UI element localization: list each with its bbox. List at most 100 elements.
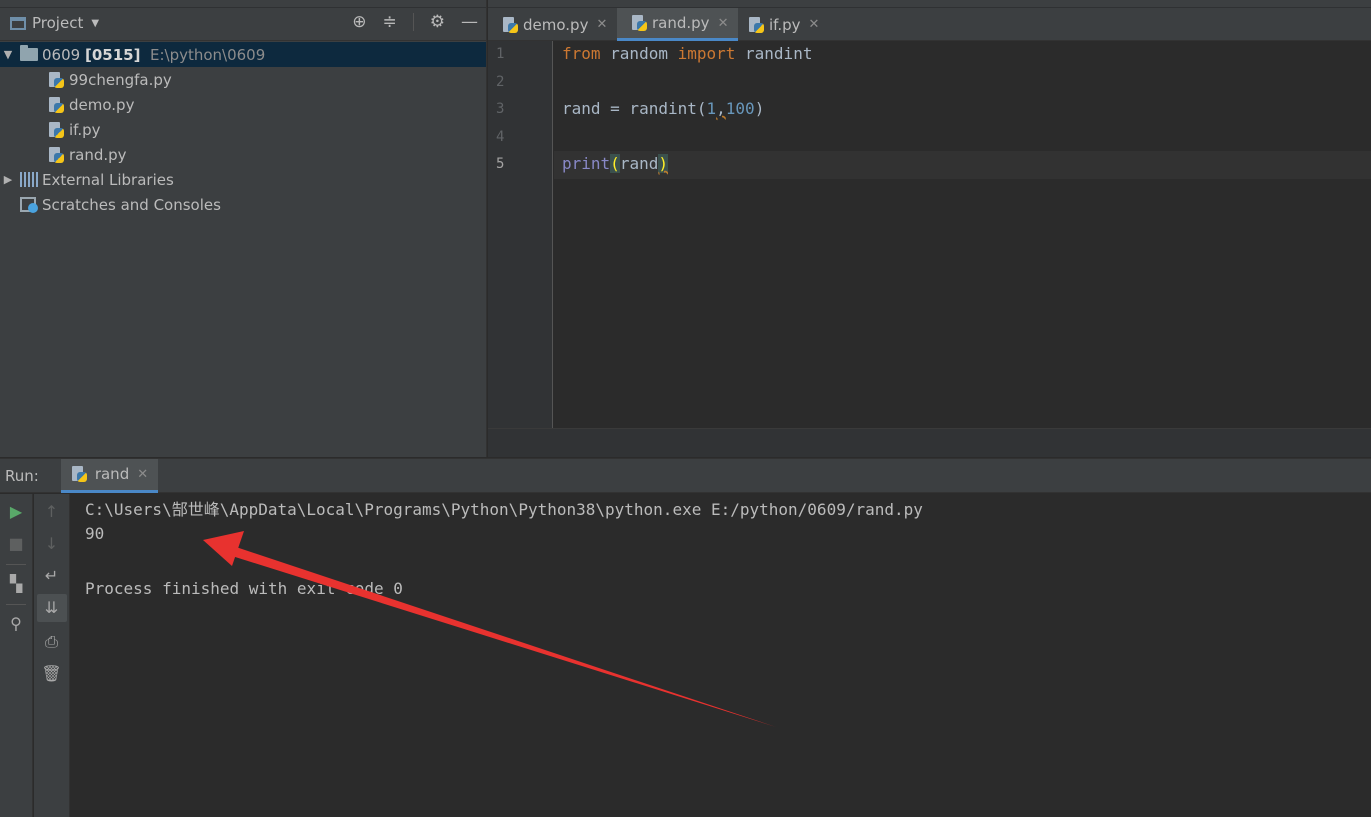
console-line: C:\Users\郜世峰\AppData\Local\Programs\Pyth… — [85, 500, 923, 519]
file-name: if.py — [69, 120, 101, 139]
project-header-tools: ⊕ ≑ ⚙ — — [352, 13, 478, 31]
tab-label: if.py — [769, 15, 801, 34]
run-label: Run: — [5, 466, 39, 485]
run-header: Run: rand ✕ — [0, 458, 1371, 493]
tree-root-folder[interactable]: ▼ 0609 [0515] E:\python\0609 — [0, 42, 486, 67]
file-name: demo.py — [69, 95, 135, 114]
number-literal: 1 — [706, 99, 717, 118]
tab-demo-py[interactable]: demo.py ✕ — [488, 8, 617, 41]
arrow-down-icon[interactable]: ↓ — [34, 536, 69, 552]
toolbar-divider — [6, 604, 26, 605]
tab-label: demo.py — [523, 15, 589, 34]
python-file-icon — [48, 121, 64, 138]
python-file-icon — [48, 71, 64, 88]
project-title: Project — [32, 14, 84, 32]
toolbar-divider — [6, 564, 26, 565]
python-file-icon — [48, 96, 64, 113]
toolbar-divider — [412, 13, 414, 31]
gear-icon[interactable]: ⚙ — [430, 13, 445, 31]
library-icon — [20, 172, 38, 187]
soft-wrap-icon[interactable]: ↵ — [34, 568, 69, 584]
expand-arrow-icon[interactable]: ▶ — [0, 173, 16, 186]
file-name: rand.py — [69, 145, 127, 164]
python-file-icon — [502, 16, 518, 33]
collapse-all-icon[interactable]: ≑ — [383, 13, 397, 31]
line-number: 5 — [496, 156, 505, 172]
line-number: 3 — [496, 101, 505, 117]
close-icon[interactable]: ✕ — [718, 16, 729, 31]
arrow-up-icon[interactable]: ↑ — [34, 504, 69, 520]
console-line: Process finished with exit code 0 — [85, 578, 403, 598]
run-tool-window: Run: rand ✕ ▶ ■ ▚ ⚲ ↑ ↓ ↵ ⇊ ⎙ 🗑 C:\Users… — [0, 458, 1371, 817]
scroll-to-end-icon[interactable]: ⇊ — [34, 600, 69, 616]
tree-file-item[interactable]: if.py — [0, 117, 486, 142]
tree-file-item[interactable]: rand.py — [0, 142, 486, 167]
line-number: 2 — [496, 74, 505, 90]
line-number: 1 — [496, 46, 505, 62]
editor-area: demo.py ✕ rand.py ✕ if.py ✕ 1 2 3 4 5 fr… — [488, 0, 1371, 457]
code-area[interactable]: from random import randint rand = randin… — [554, 41, 1371, 428]
layout-icon[interactable]: ▚ — [0, 576, 32, 592]
root-folder-name: 0609 — [42, 45, 81, 64]
project-header: Project ▼ ⊕ ≑ ⚙ — — [0, 0, 486, 41]
tree-file-item[interactable]: demo.py — [0, 92, 486, 117]
scratches-label: Scratches and Consoles — [42, 195, 221, 214]
root-folder-path: E:\python\0609 — [149, 45, 266, 64]
python-icon — [71, 466, 87, 482]
line-number-gutter: 1 2 3 4 5 — [488, 41, 553, 428]
tab-label: rand.py — [652, 14, 710, 32]
run-toolbar-secondary: ↑ ↓ ↵ ⇊ ⎙ 🗑 — [34, 494, 70, 817]
editor-breadcrumb-bar — [488, 428, 1371, 457]
keyword-from: from — [562, 44, 601, 63]
python-file-icon — [48, 146, 64, 163]
close-icon[interactable]: ✕ — [137, 467, 148, 482]
python-file-icon — [631, 15, 647, 31]
console-output[interactable]: C:\Users\郜世峰\AppData\Local\Programs\Pyth… — [85, 496, 923, 606]
close-paren-highlight: ) — [658, 154, 668, 173]
project-window-icon — [10, 16, 26, 30]
tree-scratches[interactable]: Scratches and Consoles — [0, 192, 486, 217]
pin-icon[interactable]: ⚲ — [0, 616, 32, 632]
code-line-1: from random import randint — [562, 44, 812, 63]
external-libraries-label: External Libraries — [42, 170, 174, 189]
open-paren-highlight: ( — [610, 154, 620, 173]
file-name: 99chengfa.py — [69, 70, 172, 89]
code-line-3: rand = randint(1,100) — [562, 99, 764, 118]
close-icon[interactable]: ✕ — [596, 17, 607, 32]
locate-file-icon[interactable]: ⊕ — [352, 13, 366, 31]
project-view-selector[interactable]: Project ▼ — [10, 14, 99, 32]
hide-panel-icon[interactable]: — — [461, 13, 478, 31]
argument-name: rand — [619, 154, 659, 173]
root-module-name: [0515] — [84, 45, 141, 64]
trash-icon[interactable]: 🗑 — [34, 666, 69, 682]
close-paren: ) — [754, 99, 765, 118]
chevron-down-icon: ▼ — [91, 17, 100, 29]
tree-file-item[interactable]: 99chengfa.py — [0, 67, 486, 92]
expand-arrow-icon[interactable]: ▼ — [0, 48, 16, 61]
folder-icon — [20, 45, 38, 61]
module-name: random — [600, 44, 678, 63]
editor-tab-bar: demo.py ✕ rand.py ✕ if.py ✕ — [488, 0, 1371, 41]
console-line: 90 — [85, 523, 105, 543]
scratches-icon — [20, 196, 38, 213]
rerun-icon[interactable]: ▶ — [0, 504, 32, 520]
tab-if-py[interactable]: if.py ✕ — [734, 8, 829, 41]
tab-rand-py[interactable]: rand.py ✕ — [617, 8, 739, 41]
comma-warning: , — [716, 99, 726, 118]
keyword-import: import — [677, 44, 736, 63]
tree-external-libraries[interactable]: ▶ External Libraries — [0, 167, 486, 192]
assignment: rand = randint( — [562, 99, 707, 118]
print-icon[interactable]: ⎙ — [34, 634, 69, 650]
code-line-5: print(rand) — [562, 154, 668, 173]
python-file-icon — [748, 16, 764, 33]
run-tab-label: rand — [94, 465, 130, 483]
stop-icon[interactable]: ■ — [0, 536, 32, 552]
builtin-print: print — [562, 154, 611, 173]
close-icon[interactable]: ✕ — [809, 17, 820, 32]
number-literal: 100 — [725, 99, 755, 118]
imported-name: randint — [735, 44, 813, 63]
project-tool-window: Project ▼ ⊕ ≑ ⚙ — ▼ 0609 [0515] E:\pytho… — [0, 0, 487, 457]
run-tab-rand[interactable]: rand ✕ — [60, 458, 159, 493]
current-line-highlight — [554, 151, 1371, 179]
